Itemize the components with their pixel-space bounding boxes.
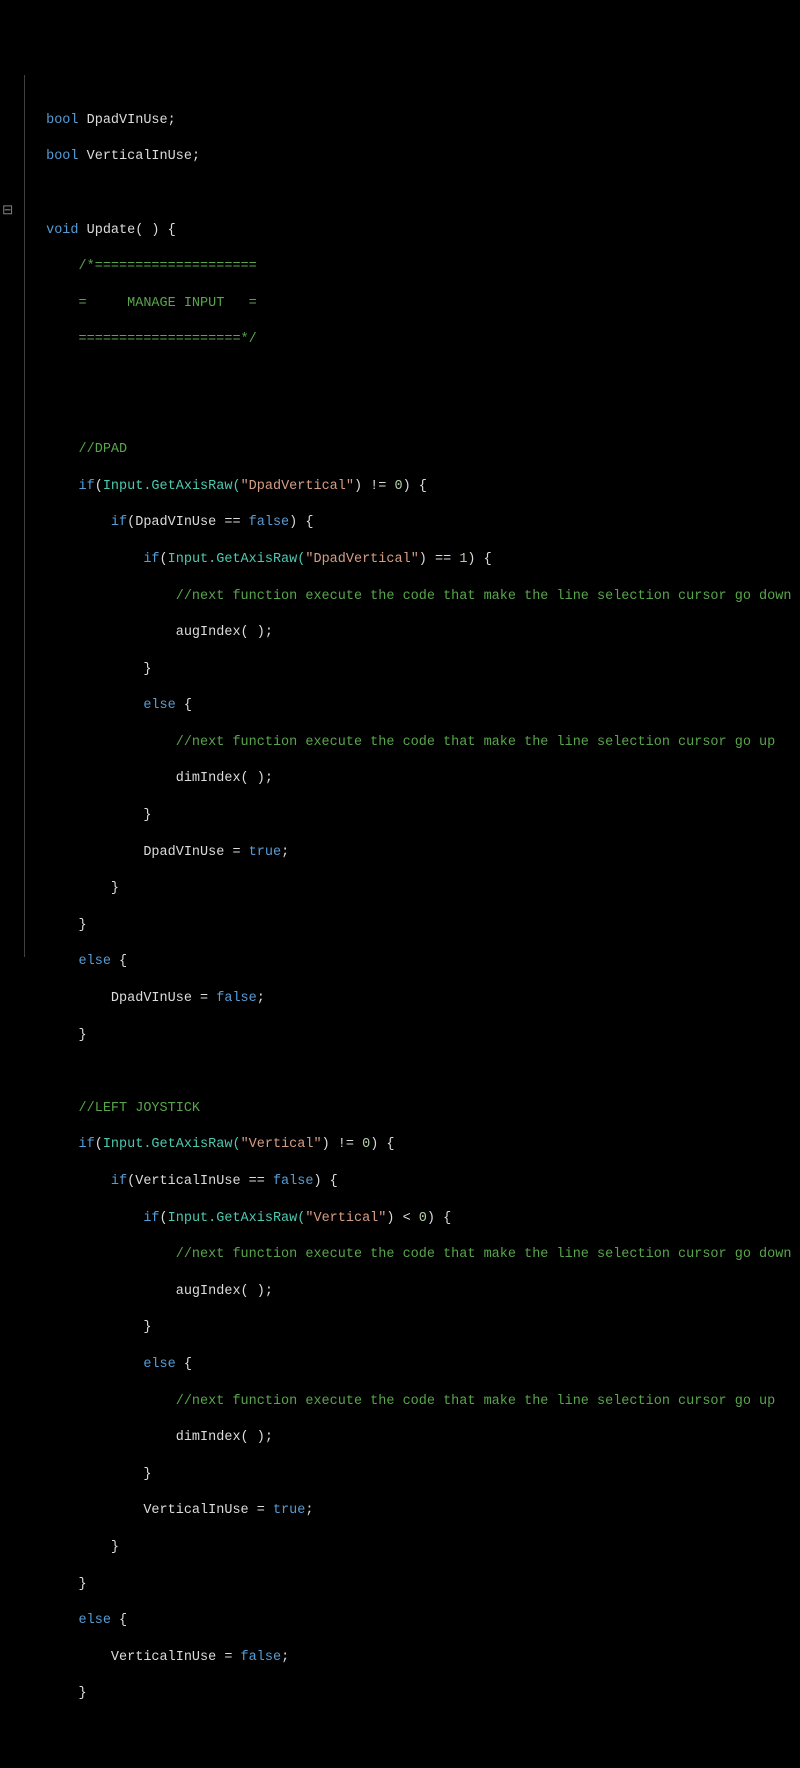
code-line: augIndex( ); xyxy=(38,624,791,642)
code-line: dimIndex( ); xyxy=(38,770,791,788)
code-line: } xyxy=(38,1576,791,1594)
code-line: /*==================== xyxy=(38,258,791,276)
code-line: if(VerticalInUse == false) { xyxy=(38,1173,791,1191)
code-line: else { xyxy=(38,697,791,715)
code-line xyxy=(38,1722,791,1740)
code-line: = MANAGE INPUT = xyxy=(38,295,791,313)
code-line: } xyxy=(38,661,791,679)
code-line: else { xyxy=(38,1356,791,1374)
code-line: //next function execute the code that ma… xyxy=(38,1246,791,1264)
code-line: } xyxy=(38,1027,791,1045)
code-line xyxy=(38,185,791,203)
code-area[interactable]: bool DpadVInUse; bool VerticalInUse; voi… xyxy=(24,73,791,957)
code-editor: ⊟ ⌊ bool DpadVInUse; bool VerticalInUse;… xyxy=(0,73,800,957)
code-line: VerticalInUse = false; xyxy=(38,1649,791,1667)
code-line: //next function execute the code that ma… xyxy=(38,734,791,752)
fold-marker[interactable]: ⊟ xyxy=(0,203,24,221)
gutter: ⊟ ⌊ xyxy=(0,73,24,957)
code-line: } xyxy=(38,1539,791,1557)
code-line: ====================*/ xyxy=(38,331,791,349)
code-line: else { xyxy=(38,1612,791,1630)
code-line: bool VerticalInUse; xyxy=(38,148,791,166)
code-line xyxy=(38,1759,791,1768)
code-line: } xyxy=(38,1319,791,1337)
code-line: augIndex( ); xyxy=(38,1283,791,1301)
code-line: dimIndex( ); xyxy=(38,1429,791,1447)
code-line: VerticalInUse = true; xyxy=(38,1502,791,1520)
code-line: DpadVInUse = true; xyxy=(38,844,791,862)
code-line xyxy=(38,1063,791,1081)
code-line: //LEFT JOYSTICK xyxy=(38,1100,791,1118)
code-line: //next function execute the code that ma… xyxy=(38,1393,791,1411)
indent-guide xyxy=(24,75,25,957)
code-line: } xyxy=(38,1685,791,1703)
code-line: if(Input.GetAxisRaw("Vertical") < 0) { xyxy=(38,1210,791,1228)
code-line: else { xyxy=(38,953,791,971)
code-line xyxy=(38,405,791,423)
code-line: if(Input.GetAxisRaw("DpadVertical") != 0… xyxy=(38,478,791,496)
code-line: if(DpadVInUse == false) { xyxy=(38,514,791,532)
code-line: if(Input.GetAxisRaw("DpadVertical") == 1… xyxy=(38,551,791,569)
code-line: } xyxy=(38,917,791,935)
code-line: } xyxy=(38,807,791,825)
code-line: bool DpadVInUse; xyxy=(38,112,791,130)
code-line: //DPAD xyxy=(38,441,791,459)
code-line: if(Input.GetAxisRaw("Vertical") != 0) { xyxy=(38,1136,791,1154)
code-line: void Update( ) { xyxy=(38,222,791,240)
code-line: //next function execute the code that ma… xyxy=(38,588,791,606)
code-line xyxy=(38,368,791,386)
code-line: DpadVInUse = false; xyxy=(38,990,791,1008)
code-line: } xyxy=(38,1466,791,1484)
code-line: } xyxy=(38,880,791,898)
